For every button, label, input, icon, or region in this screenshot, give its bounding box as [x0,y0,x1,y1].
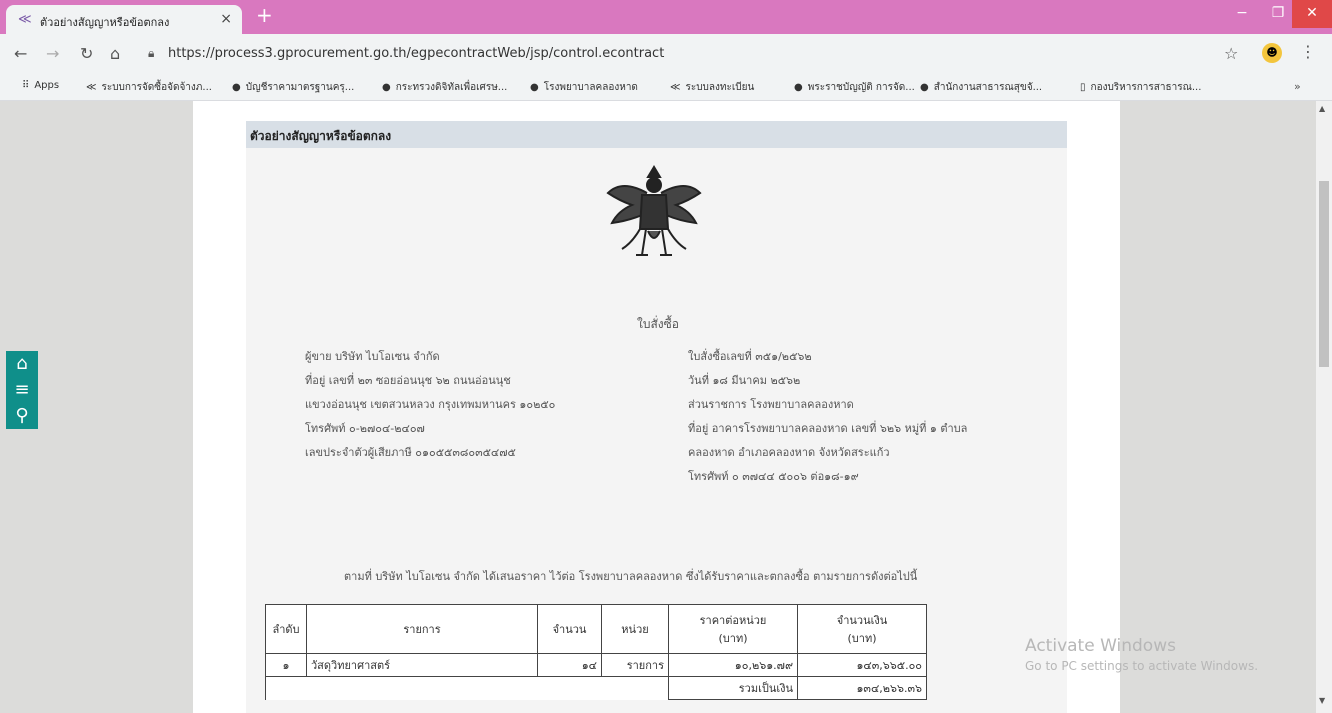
po-date: วันที่ ๑๘ มีนาคม ๒๕๖๒ [688,374,801,387]
total-value: ๑๓๔,๒๖๖.๓๖ [797,676,927,700]
buyer-agency: ส่วนราชการ โรงพยาบาลคลองหาด [688,398,854,411]
table-total-row: รวมเป็นเงิน ๑๓๔,๒๖๖.๓๖ [265,676,927,700]
reload-icon[interactable]: ↻ [80,44,93,63]
column-header: ลำดับ [265,604,307,654]
cell-quantity: ๑๔ [537,653,602,677]
bookmark-label: พระราชบัญญัติ การจัด... [807,82,915,93]
buyer-phone: โทรศัพท์ ๐ ๓๗๔๔ ๕๐๐๖ ต่อ๑๘-๑๙ [688,470,859,483]
bookmark-label: สำนักงานสาธารณสุขจั... [933,82,1043,93]
bookmark-label: กระทรวงดิจิทัลเพื่อเศรษ... [395,82,508,93]
panel-title: ตัวอย่างสัญญาหรือข้อตกลง [250,129,392,143]
bookmark-item[interactable]: ⠿ Apps [22,80,59,91]
browser-menu-icon[interactable]: ⋮ [1300,42,1316,61]
cell-unit-price: ๑๐,๒๖๑.๗๙ [668,653,798,677]
bookmark-label: ระบบการจัดซื้อจัดจ้างภ... [101,82,212,93]
browser-titlebar: ≪ ตัวอย่างสัญญาหรือข้อตกลง × + − ❐ ✕ [0,0,1332,34]
scrollbar-thumb[interactable] [1319,181,1329,367]
buyer-address-line2: คลองหาด อำเภอคลองหาด จังหวัดสระแก้ว [688,446,890,459]
bookmark-item[interactable]: ≪ ระบบลงทะเบียน [670,80,754,95]
profile-avatar[interactable]: ☻ [1262,43,1282,63]
bookmarks-more-icon[interactable]: » [1294,80,1301,93]
bookmark-item[interactable]: ≪ ระบบการจัดซื้อจัดจ้างภ... [86,80,212,95]
scroll-up-icon[interactable]: ▲ [1319,104,1325,113]
url-text[interactable]: https://process3.gprocurement.go.th/egpe… [168,46,664,61]
bookmark-star-icon[interactable]: ☆ [1224,44,1238,63]
bookmark-label: บัญชีราคามาตรฐานครุ... [245,82,355,93]
browser-tab[interactable]: ≪ ตัวอย่างสัญญาหรือข้อตกลง × [6,5,242,34]
ministry-icon: ● [382,82,391,93]
activate-windows-subtitle: Go to PC settings to activate Windows. [1025,659,1259,673]
tab-close-icon[interactable]: × [220,11,232,27]
bookmark-item[interactable]: ● สำนักงานสาธารณสุขจั... [920,80,1042,95]
seller-address-line2: แขวงอ่อนนุช เขตสวนหลวง กรุงเทพมหานคร ๑๐๒… [305,398,556,411]
search-icon[interactable]: ⚲ [6,403,38,429]
document-title: ใบสั่งซื้อ [637,317,680,331]
home-icon[interactable]: ⌂ [110,44,120,63]
column-header: จำนวน [537,604,602,654]
home-icon[interactable]: ⌂ [6,351,38,377]
tab-title: ตัวอย่างสัญญาหรือข้อตกลง [40,16,170,29]
window-maximize-button[interactable]: ❐ [1260,0,1296,28]
panel-header: ตัวอย่างสัญญาหรือข้อตกลง [246,121,1067,148]
table-row: ๑ วัสดุวิทยาศาสตร์ ๑๔ รายการ ๑๐,๒๖๑.๗๙ ๑… [265,653,927,677]
law-icon: ● [794,82,803,93]
bookmarks-bar: » ⠿ Apps ≪ ระบบการจัดซื้อจัดจ้างภ... ● บัญชีร… [0,74,1332,101]
browser-toolbar: ← → ↻ ⌂ 🔒︎ https://process3.gprocurement… [0,34,1332,74]
back-arrow-icon[interactable]: ← [14,44,27,63]
bookmark-item[interactable]: ● พระราชบัญญัติ การจัด... [794,80,915,95]
column-header: รายการ [306,604,538,654]
new-tab-button[interactable]: + [256,3,273,27]
garuda-emblem-icon [606,165,702,256]
address-bar[interactable]: 🔒︎ https://process3.gprocurement.go.th/e… [142,39,1212,69]
egp-icon: ≪ [86,82,97,93]
bookmark-item[interactable]: ● บัญชีราคามาตรฐานครุ... [232,80,354,95]
cell-amount: ๑๔๓,๖๖๕.๐๐ [797,653,927,677]
bookmark-label: กองบริหารการสาธารณ... [1090,82,1202,93]
hospital-icon: ● [530,82,539,93]
apps-icon: ⠿ [22,80,30,91]
cell-item: วัสดุวิทยาศาสตร์ [306,653,538,677]
bookmark-label: โรงพยาบาลคลองหาด [543,82,638,93]
column-header: ราคาต่อหน่วย (บาท) [668,604,798,654]
buyer-address-line1: ที่อยู่ อาคารโรงพยาบาลคลองหาด เลขที่ ๖๒๖… [688,422,968,435]
page-viewport: ⌂ ≡ ⚲ ตัวอย่างสัญญาหรือข้อตกลง ใบสั่งซื้… [0,101,1316,713]
seller-name: ผู้ขาย บริษัท ไบโอเซน จำกัด [305,350,440,363]
document-page: ตัวอย่างสัญญาหรือข้อตกลง ใบสั่งซื้อ ผู้ข… [193,101,1120,713]
bookmark-item[interactable]: ● กระทรวงดิจิทัลเพื่อเศรษ... [382,80,507,95]
column-header: หน่วย [601,604,669,654]
total-label: รวมเป็นเงิน [668,676,798,700]
order-statement: ตามที่ บริษัท ไบโอเซน จำกัด ได้เสนอราคา … [344,570,918,583]
globe-icon: ● [232,82,241,93]
health-office-icon: ● [920,82,929,93]
seller-tax-id: เลขประจำตัวผู้เสียภาษี ๐๑๐๕๕๓๘๐๓๕๔๗๕ [305,446,516,459]
column-header: จำนวนเงิน (บาท) [797,604,927,654]
seller-address-line1: ที่อยู่ เลขที่ ๒๓ ซอยอ่อนนุช ๖๒ ถนนอ่อนน… [305,374,511,387]
seller-phone: โทรศัพท์ ๐-๒๗๐๔-๒๔๐๗ [305,422,425,435]
bookmark-item[interactable]: ● โรงพยาบาลคลองหาด [530,80,638,95]
bookmark-item[interactable]: ▯ กองบริหารการสาธารณ... [1080,80,1201,95]
cell-index: ๑ [265,653,307,677]
bookmark-label: ระบบลงทะเบียน [685,82,755,93]
po-number: ใบสั่งซื้อเลขที่ ๓๕๑/๒๕๖๒ [688,350,812,363]
lock-icon: 🔒︎ [148,46,155,60]
scroll-down-icon[interactable]: ▼ [1319,696,1325,705]
vertical-scrollbar[interactable]: ▲ ▼ [1316,101,1332,713]
cell-unit: รายการ [601,653,669,677]
forward-arrow-icon[interactable]: → [46,44,59,63]
order-items-table: ลำดับ รายการ จำนวน หน่วย ราคาต่อหน่วย (บ… [265,604,927,700]
register-icon: ≪ [670,82,681,93]
menu-icon[interactable]: ≡ [6,377,38,403]
window-close-button[interactable]: ✕ [1292,0,1332,28]
table-header-row: ลำดับ รายการ จำนวน หน่วย ราคาต่อหน่วย (บ… [265,604,927,654]
bookmark-label: Apps [34,80,60,91]
egp-favicon-icon: ≪ [18,12,32,27]
window-minimize-button[interactable]: − [1224,0,1260,28]
page-icon: ▯ [1080,82,1086,93]
activate-windows-title: Activate Windows [1025,636,1176,656]
